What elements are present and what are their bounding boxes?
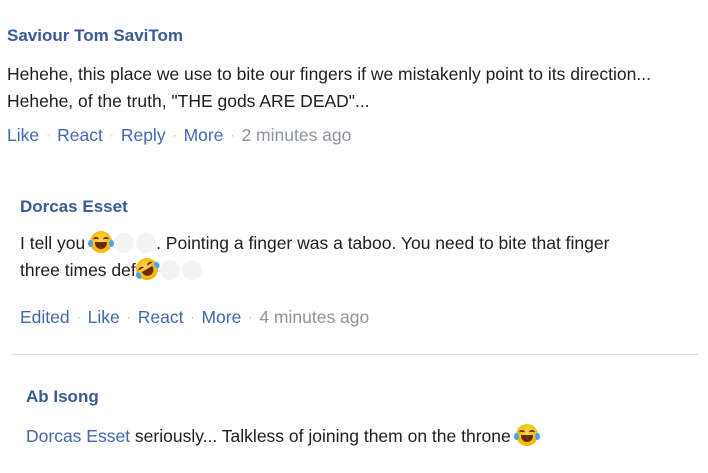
comment-body: Hehehe, this place we use to bite our fi…	[7, 61, 702, 115]
comment-timestamp: 4 minutes ago	[259, 307, 370, 327]
reply-button[interactable]: Reply	[121, 125, 166, 145]
comment-1: Saviour Tom SaviTom Hehehe, this place w…	[7, 26, 702, 146]
separator-dot: ·	[46, 128, 51, 142]
edited-label[interactable]: Edited	[20, 307, 70, 327]
separator-dot: ·	[190, 310, 195, 324]
more-button[interactable]: More	[184, 125, 224, 145]
comment-body: Dorcas Esset seriously... Talkless of jo…	[26, 423, 700, 450]
separator-dot: ·	[230, 128, 235, 142]
comment-actions: Edited · Like · React · More · 4 minutes ago	[20, 307, 700, 328]
comment-actions: Like · React · Reply · More · 2 minutes ago	[7, 125, 702, 146]
comment-text-line: I tell you . Pointing a finger was a tab…	[20, 230, 700, 257]
divider	[11, 354, 698, 355]
comment-timestamp: 2 minutes ago	[241, 125, 352, 145]
like-button[interactable]: Like	[7, 125, 39, 145]
placeholder-emoji-icon	[159, 260, 180, 280]
react-button[interactable]: React	[138, 307, 184, 327]
more-button[interactable]: More	[201, 307, 241, 327]
comment-author[interactable]: Dorcas Esset	[20, 197, 700, 217]
placeholder-emoji-icon	[136, 233, 157, 253]
separator-dot: ·	[172, 128, 177, 142]
comment-2: Dorcas Esset I tell you . Pointing a fin…	[20, 197, 700, 328]
placeholder-emoji-icon	[114, 233, 135, 253]
react-button[interactable]: React	[57, 125, 103, 145]
laughing-crying-emoji-icon	[88, 231, 115, 253]
comment-text-line: Hehehe, this place we use to bite our fi…	[7, 64, 651, 84]
comment-text-segment: three times def	[20, 260, 136, 280]
comment-3: Ab Isong Dorcas Esset seriously... Talkl…	[26, 387, 700, 450]
comment-text-segment: . Pointing a finger was a taboo. You nee…	[156, 233, 610, 253]
separator-dot: ·	[109, 128, 114, 142]
comment-author[interactable]: Ab Isong	[26, 387, 700, 407]
comment-text-line: three times def	[20, 253, 700, 285]
separator-dot: ·	[126, 310, 131, 324]
mention-link[interactable]: Dorcas Esset	[26, 426, 130, 446]
laughing-crying-emoji-icon	[513, 424, 540, 446]
comment-text-segment: I tell you	[20, 233, 86, 253]
separator-dot: ·	[248, 310, 253, 324]
comment-body: I tell you . Pointing a finger was a tab…	[20, 230, 700, 285]
rolling-laughing-emoji-icon	[131, 253, 162, 285]
like-button[interactable]: Like	[88, 307, 120, 327]
separator-dot: ·	[76, 310, 81, 324]
comment-text-segment: seriously... Talkless of joining them on…	[130, 426, 511, 446]
comment-text-line: Hehehe, of the truth, "THE gods ARE DEAD…	[7, 91, 370, 111]
placeholder-emoji-icon	[181, 260, 202, 280]
comment-author[interactable]: Saviour Tom SaviTom	[7, 26, 702, 46]
